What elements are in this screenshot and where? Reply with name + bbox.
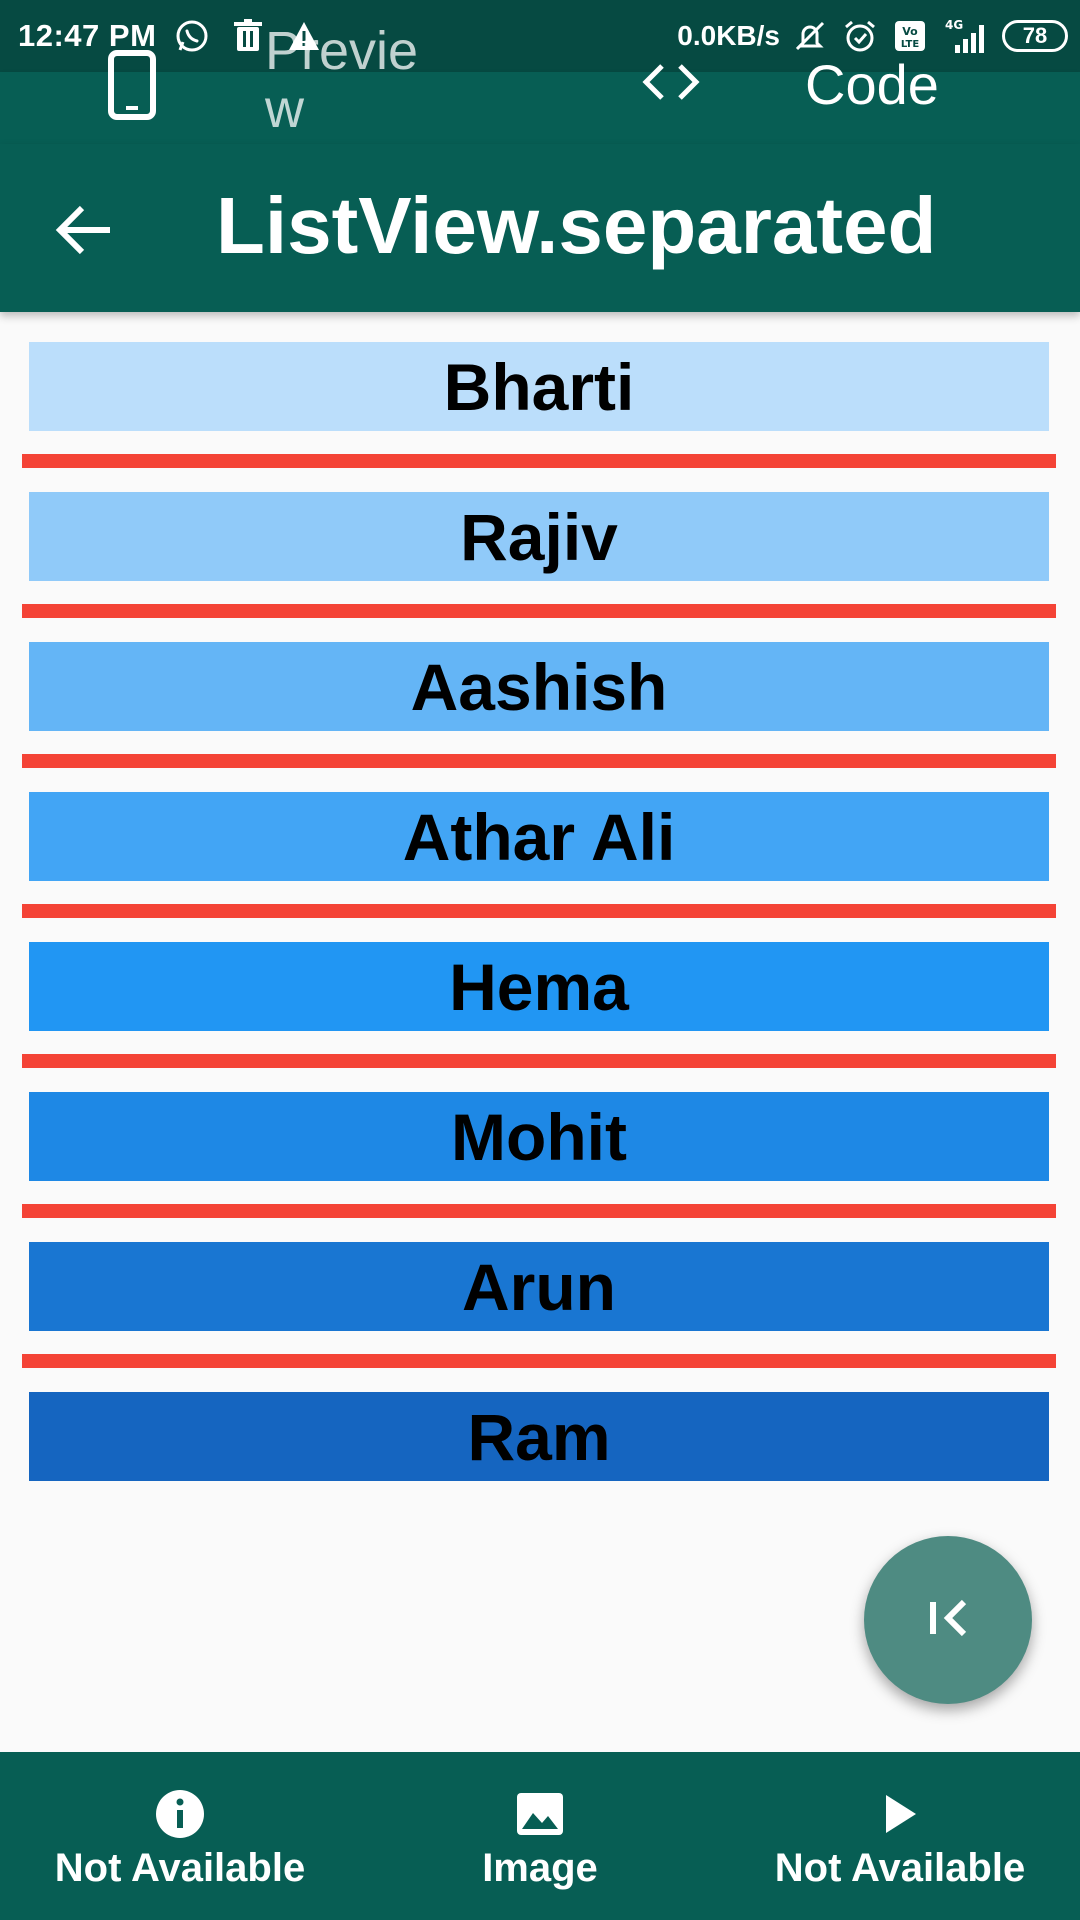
page-title: ListView.separated (216, 181, 937, 270)
nav-item-info[interactable]: Not Available (0, 1752, 360, 1920)
nav-label: Image (482, 1845, 598, 1890)
volte-icon: Vo LTE (890, 16, 930, 56)
list-item[interactable]: Athar Ali (29, 792, 1049, 881)
list-item[interactable]: Ram (29, 1392, 1049, 1481)
list-separator (22, 754, 1056, 768)
list-separator (22, 604, 1056, 618)
nav-item-play[interactable]: Not Available (720, 1752, 1080, 1920)
list-separator (22, 1054, 1056, 1068)
image-icon (514, 1788, 566, 1840)
back-arrow-icon[interactable] (52, 198, 116, 262)
status-time: 12:47 PM (18, 18, 157, 53)
network-speed: 0.0KB/s (677, 20, 780, 51)
nav-label: Not Available (774, 1845, 1026, 1890)
mute-icon (790, 16, 830, 56)
svg-text:LTE: LTE (901, 39, 920, 50)
code-tab-label[interactable]: Code (805, 52, 939, 117)
preview-tab-label[interactable]: Preview (265, 22, 445, 138)
info-icon (154, 1788, 206, 1840)
phone-icon[interactable] (108, 50, 156, 125)
bottom-navigation: Not Available Image Not Available (0, 1752, 1080, 1920)
list-item[interactable]: Hema (29, 942, 1049, 1031)
list-separator (22, 904, 1056, 918)
list-item[interactable]: Bharti (29, 342, 1049, 431)
list-item[interactable]: Arun (29, 1242, 1049, 1331)
preview-code-switcher: Preview Code (0, 22, 1080, 144)
list-item[interactable]: Aashish (29, 642, 1049, 731)
play-icon (874, 1788, 926, 1840)
nav-item-image[interactable]: Image (360, 1752, 720, 1920)
svg-text:Vo: Vo (902, 25, 918, 38)
first-page-button[interactable] (864, 1536, 1032, 1704)
battery-level: 78 (1022, 23, 1048, 48)
delete-icon (228, 16, 268, 56)
code-icon[interactable] (640, 60, 702, 109)
svg-text:4G: 4G (945, 18, 963, 32)
list-separator (22, 1354, 1056, 1368)
nav-label: Not Available (54, 1845, 306, 1890)
whatsapp-icon (172, 16, 212, 56)
alarm-icon (840, 16, 880, 56)
list-separator (22, 454, 1056, 468)
list-item[interactable]: Mohit (29, 1092, 1049, 1181)
list-separator (22, 1204, 1056, 1218)
battery-icon: 78 (1002, 20, 1068, 52)
first-page-icon (920, 1590, 976, 1651)
list-item[interactable]: Rajiv (29, 492, 1049, 581)
signal-icon: 4G (940, 16, 992, 56)
